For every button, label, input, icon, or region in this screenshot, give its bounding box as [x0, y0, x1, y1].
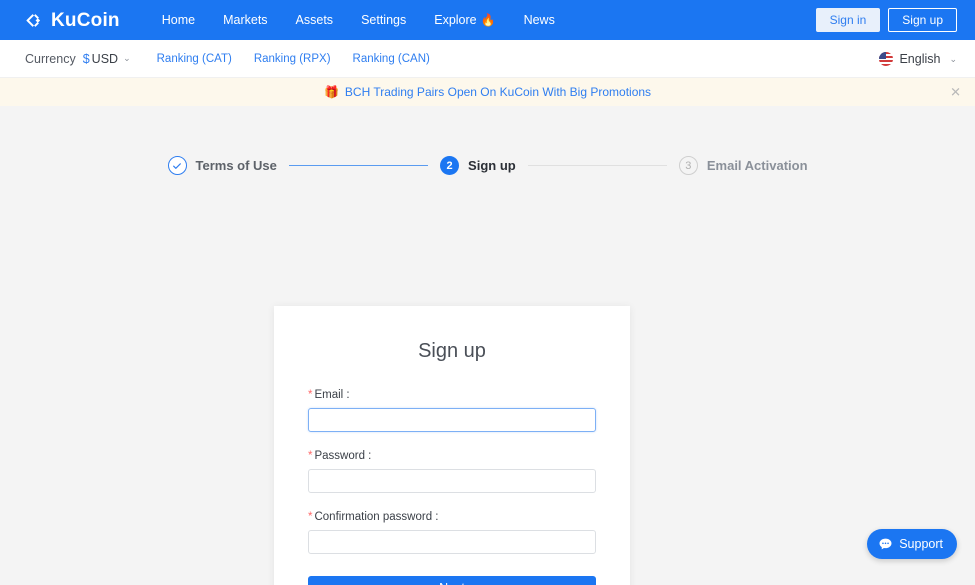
page-title: Sign up	[418, 340, 486, 362]
nav-item-explore[interactable]: Explore 🔥	[420, 0, 509, 40]
nav-item-label: Home	[161, 13, 196, 27]
us-flag-icon	[879, 52, 894, 66]
currency-code: USD	[91, 51, 119, 66]
gift-icon: 🎁	[323, 85, 339, 99]
brand-logo[interactable]: KuCoin	[25, 11, 120, 30]
email-label-text: Email :	[314, 389, 350, 401]
step-label: Terms of Use	[195, 158, 277, 173]
sign-up-button[interactable]: Sign up	[888, 8, 957, 32]
nav-item-markets[interactable]: Markets	[209, 0, 281, 40]
password-field-group: * Password :	[308, 450, 596, 493]
flame-icon: 🔥	[480, 13, 496, 27]
support-label: Support	[899, 537, 943, 551]
signup-stepper: Terms of Use 2 Sign up 3 Email Activatio…	[167, 106, 808, 175]
ranking-cat-link[interactable]: Ranking (CAT)	[157, 53, 232, 65]
kucoin-logo-icon	[25, 11, 44, 30]
language-label: English	[899, 52, 941, 66]
signup-form: * Email : * Password : * Confirmation passw…	[274, 363, 630, 585]
confirm-password-input[interactable]	[308, 530, 596, 554]
step-sign-up[interactable]: 2 Sign up	[440, 156, 516, 175]
top-navigation-bar: KuCoin Home Markets Assets Settings Expl…	[0, 0, 975, 40]
step-check-icon	[167, 156, 187, 175]
confirm-password-field-group: * Confirmation password :	[308, 511, 596, 554]
nav-item-label: Markets	[223, 13, 268, 27]
primary-nav: Home Markets Assets Settings Explore 🔥 N…	[148, 0, 569, 40]
step-number-badge: 2	[440, 156, 460, 175]
nav-item-label: Assets	[295, 13, 334, 27]
step-label: Email Activation	[706, 158, 808, 173]
signup-card: Sign up * Email : * Password : * Confirmati…	[274, 306, 630, 585]
auth-buttons: Sign in Sign up	[815, 0, 957, 40]
nav-item-label: News	[523, 13, 555, 27]
ranking-rpx-link[interactable]: Ranking (RPX)	[254, 53, 331, 65]
password-input[interactable]	[308, 469, 596, 493]
required-asterisk: *	[308, 450, 313, 462]
promo-text: BCH Trading Pairs Open On KuCoin With Bi…	[344, 85, 652, 99]
email-label: * Email :	[308, 389, 596, 401]
nav-item-settings[interactable]: Settings	[347, 0, 420, 40]
chat-bubble-icon	[878, 537, 893, 552]
ranking-can-link[interactable]: Ranking (CAN)	[353, 53, 430, 65]
nav-item-news[interactable]: News	[510, 0, 569, 40]
step-terms-of-use[interactable]: Terms of Use	[167, 156, 277, 175]
language-selector[interactable]: English ⌄	[879, 40, 957, 78]
next-button[interactable]: Next	[308, 576, 596, 585]
page-content: Terms of Use 2 Sign up 3 Email Activatio…	[0, 106, 975, 585]
sign-in-button[interactable]: Sign in	[815, 8, 881, 32]
required-asterisk: *	[308, 511, 313, 523]
step-number-badge: 3	[678, 156, 698, 175]
currency-symbol: $	[82, 51, 90, 66]
confirm-password-label: * Confirmation password :	[308, 511, 596, 523]
step-email-activation[interactable]: 3 Email Activation	[678, 156, 808, 175]
chevron-down-icon: ⌄	[123, 53, 131, 63]
nav-item-home[interactable]: Home	[148, 0, 209, 40]
password-label-text: Password :	[314, 450, 372, 462]
chevron-down-icon: ⌄	[949, 53, 957, 64]
email-field-group: * Email :	[308, 389, 596, 432]
required-asterisk: *	[308, 389, 313, 401]
step-connector-completed	[288, 165, 429, 166]
brand-name: KuCoin	[51, 9, 120, 31]
nav-item-label: Settings	[361, 13, 407, 27]
password-label: * Password :	[308, 450, 596, 462]
secondary-navigation-bar: Currency $ USD ⌄ Ranking (CAT) Ranking (…	[0, 40, 975, 78]
currency-label: Currency	[25, 51, 76, 66]
close-icon[interactable]: ✕	[950, 86, 961, 99]
promo-banner: 🎁 BCH Trading Pairs Open On KuCoin With …	[0, 78, 975, 106]
nav-item-label: Explore	[434, 13, 477, 27]
support-button[interactable]: Support	[867, 529, 957, 559]
currency-selector[interactable]: $ USD ⌄	[83, 52, 131, 66]
step-connector-pending	[527, 165, 667, 166]
nav-item-assets[interactable]: Assets	[282, 0, 348, 40]
promo-link[interactable]: 🎁 BCH Trading Pairs Open On KuCoin With …	[324, 85, 651, 99]
step-label: Sign up	[468, 158, 516, 173]
confirm-password-label-text: Confirmation password :	[314, 511, 439, 523]
email-input[interactable]	[308, 408, 596, 432]
